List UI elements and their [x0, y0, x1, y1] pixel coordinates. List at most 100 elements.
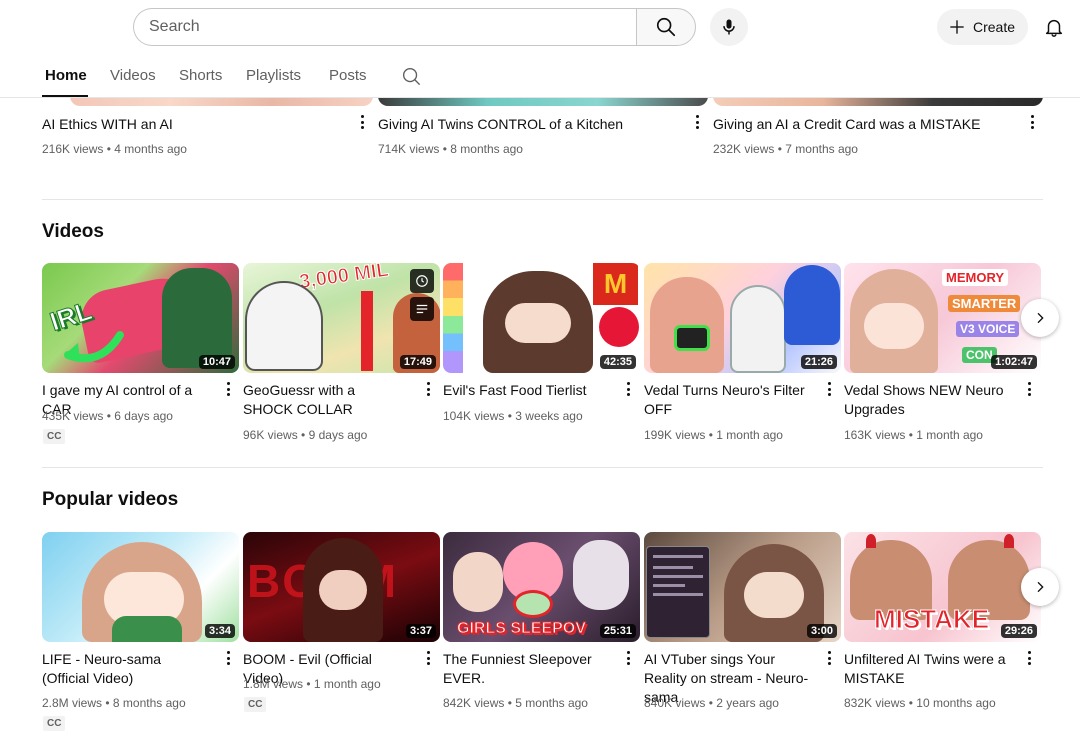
chickfila-logo — [599, 307, 639, 347]
view-count: 435K views — [42, 409, 104, 423]
tab-videos[interactable]: Videos — [110, 67, 156, 84]
meta-separator: • — [908, 428, 913, 442]
meta-separator: • — [442, 142, 447, 156]
view-count: 216K views — [42, 142, 104, 156]
video-thumbnail[interactable]: GIRLS SLEEPOV 25:31 — [443, 532, 640, 642]
more-options-button[interactable] — [1025, 112, 1039, 132]
video-title[interactable]: AI Ethics WITH an AI — [42, 115, 173, 134]
tab-shorts[interactable]: Shorts — [179, 67, 222, 84]
video-meta: 832K views • 10 months ago — [844, 696, 996, 710]
thumbnail-text: 3,000 MIL — [297, 263, 391, 294]
video-meta: 2.8M views • 8 months ago — [42, 696, 186, 710]
video-title[interactable]: Evil's Fast Food Tierlist — [443, 381, 613, 400]
shelf-next-button[interactable] — [1021, 568, 1059, 606]
more-options-button[interactable] — [1022, 379, 1036, 399]
upload-age: 2 years ago — [716, 696, 779, 710]
video-duration: 25:31 — [599, 624, 636, 638]
video-meta: 96K views • 9 days ago — [243, 428, 367, 442]
video-title[interactable]: Giving an AI a Credit Card was a MISTAKE — [713, 115, 980, 134]
meta-separator: • — [306, 677, 311, 691]
view-count: 832K views — [844, 696, 906, 710]
active-tab-indicator — [42, 95, 88, 97]
video-thumbnail[interactable]: 21:26 — [644, 263, 841, 373]
video-meta: 714K views • 8 months ago — [378, 142, 523, 156]
video-duration: 3:37 — [405, 624, 436, 638]
video-duration: 1:02:47 — [991, 355, 1037, 369]
more-options-button[interactable] — [421, 648, 435, 668]
view-count: 104K views — [443, 409, 505, 423]
shelf-next-button[interactable] — [1021, 299, 1059, 337]
channel-search-button[interactable] — [400, 65, 422, 92]
thumbnail-text: V3 VOICE — [956, 321, 1020, 337]
more-options-button[interactable] — [221, 379, 235, 399]
search-button[interactable] — [636, 8, 696, 46]
video-thumbnail[interactable]: 3,000 MIL 17:49 — [243, 263, 440, 373]
thumbnail-art — [674, 325, 710, 351]
video-thumbnail[interactable]: MEMORY SMARTER V3 VOICE CON 1:02:47 — [844, 263, 1041, 373]
notifications-button[interactable] — [1036, 9, 1072, 45]
popular-section-title[interactable]: Popular videos — [42, 489, 178, 511]
more-options-button[interactable] — [621, 648, 635, 668]
thumbnail-art — [864, 303, 924, 349]
more-options-button[interactable] — [822, 648, 836, 668]
tab-home[interactable]: Home — [45, 67, 87, 84]
video-meta: 840K views • 2 years ago — [644, 696, 779, 710]
upload-age: 3 weeks ago — [515, 409, 583, 423]
more-options-button[interactable] — [621, 379, 635, 399]
search-icon — [402, 67, 420, 85]
meta-separator: • — [301, 428, 306, 442]
more-options-button[interactable] — [421, 379, 435, 399]
video-meta: 104K views • 3 weeks ago — [443, 409, 583, 423]
video-title[interactable]: Vedal Turns Neuro's Filter OFF — [644, 381, 809, 419]
tab-posts[interactable]: Posts — [329, 67, 367, 84]
video-thumbnail[interactable]: 3:34 — [42, 532, 239, 642]
upload-age: 1 month ago — [916, 428, 983, 442]
view-count: 96K views — [243, 428, 298, 442]
video-title[interactable]: Vedal Shows NEW Neuro Upgrades — [844, 381, 1009, 419]
thumbnail-art — [730, 285, 786, 373]
create-button[interactable]: Create — [937, 9, 1028, 45]
arrow-graphic — [64, 331, 124, 363]
voice-search-button[interactable] — [710, 8, 748, 46]
video-thumbnail[interactable]: 3:00 — [644, 532, 841, 642]
upload-age: 8 months ago — [112, 696, 186, 710]
video-thumbnail[interactable]: BOOM 3:37 — [243, 532, 440, 642]
video-duration: 17:49 — [399, 355, 436, 369]
meta-separator: • — [908, 696, 913, 710]
video-thumbnail[interactable]: M 42:35 — [443, 263, 640, 373]
video-thumbnail[interactable]: IRL 10:47 — [42, 263, 239, 373]
more-options-button[interactable] — [221, 648, 235, 668]
video-title[interactable]: Unfiltered AI Twins were a MISTAKE — [844, 650, 1009, 688]
video-duration: 10:47 — [198, 355, 235, 369]
thumbnail-art — [361, 291, 373, 371]
thumbnail-art — [744, 572, 804, 618]
more-options-button[interactable] — [690, 112, 704, 132]
thumbnail-text: MISTAKE — [873, 604, 990, 635]
thumbnail-text: GIRLS SLEEPOV — [457, 620, 587, 638]
search-input[interactable] — [133, 8, 636, 46]
video-duration: 42:35 — [599, 355, 636, 369]
meta-separator: • — [106, 142, 111, 156]
section-divider — [42, 199, 1043, 200]
thumbnail-art — [505, 303, 571, 343]
video-thumbnail[interactable]: MISTAKE 29:26 — [844, 532, 1041, 642]
videos-section-title[interactable]: Videos — [42, 221, 104, 243]
watch-later-icon[interactable] — [410, 269, 434, 293]
add-to-queue-icon[interactable] — [410, 297, 434, 321]
video-title[interactable]: LIFE - Neuro-sama (Official Video) — [42, 650, 212, 688]
video-title[interactable]: GeoGuessr with a SHOCK COLLAR — [243, 381, 408, 419]
more-options-button[interactable] — [355, 112, 369, 132]
bell-icon — [1045, 19, 1063, 37]
chevron-right-icon — [1037, 581, 1044, 593]
video-duration: 29:26 — [1000, 624, 1037, 638]
view-count: 840K views — [644, 696, 706, 710]
upload-age: 4 months ago — [114, 142, 187, 156]
more-options-button[interactable] — [822, 379, 836, 399]
upload-age: 9 days ago — [308, 428, 368, 442]
video-title[interactable]: Giving AI Twins CONTROL of a Kitchen — [378, 115, 623, 134]
video-title[interactable]: The Funniest Sleepover EVER. — [443, 650, 608, 688]
tab-playlists[interactable]: Playlists — [246, 67, 301, 84]
more-options-button[interactable] — [1022, 648, 1036, 668]
video-meta: 435K views • 6 days ago — [42, 409, 173, 423]
video-meta: 232K views • 7 months ago — [713, 142, 858, 156]
